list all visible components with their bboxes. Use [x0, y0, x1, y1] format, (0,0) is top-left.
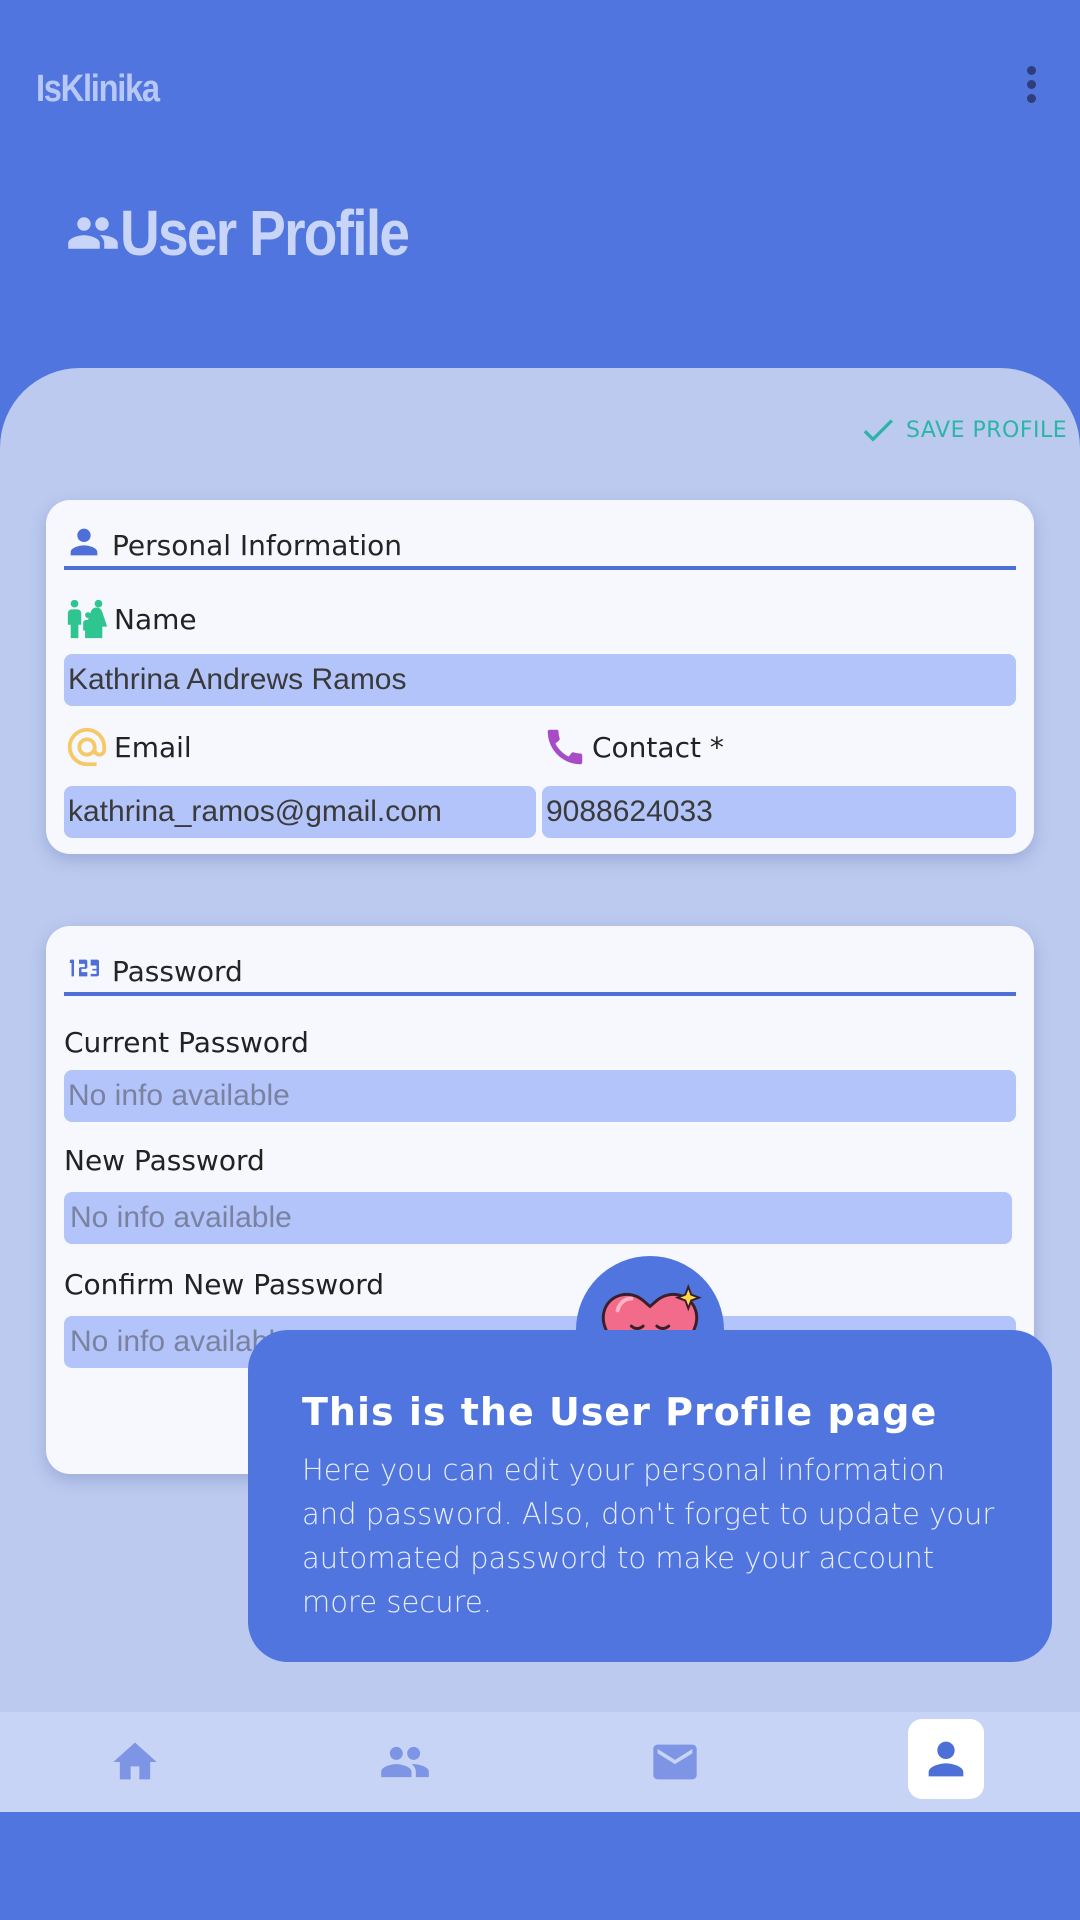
people-icon	[381, 1746, 429, 1778]
current-password-input[interactable]: No info available	[64, 1070, 1016, 1122]
app-title: IsKlinika	[36, 68, 160, 110]
family-icon	[67, 599, 108, 639]
current-password-label: Current Password	[64, 1026, 309, 1059]
contact-label: Contact *	[542, 724, 724, 770]
save-profile-button[interactable]: SAVE PROFILE	[856, 410, 1067, 450]
email-label: Email	[64, 724, 192, 770]
tooltip-text: Here you can edit your personal informat…	[302, 1453, 995, 1619]
checkmark-icon	[863, 419, 893, 442]
name-label-text: Name	[114, 602, 197, 636]
more-options-icon[interactable]	[1020, 66, 1042, 110]
email-input[interactable]: kathrina_ramos@gmail.com	[64, 786, 536, 838]
section-title: Personal Information	[112, 529, 403, 562]
password-header: Password	[64, 944, 1016, 996]
onboarding-tooltip[interactable]: This is the User Profile page Here you c…	[248, 1330, 1052, 1662]
contact-label-text: Contact *	[592, 730, 724, 764]
contact-input[interactable]: 9088624033	[542, 786, 1016, 838]
nav-home[interactable]	[97, 1722, 173, 1802]
person-icon	[928, 1741, 964, 1777]
at-sign-icon	[67, 727, 107, 767]
section-title: Password	[112, 955, 243, 988]
nav-people[interactable]	[367, 1722, 443, 1802]
people-icon	[68, 217, 118, 249]
home-icon	[113, 1742, 157, 1780]
name-input[interactable]: Kathrina Andrews Ramos	[64, 654, 1016, 706]
person-icon	[70, 528, 98, 556]
nav-messages[interactable]	[637, 1722, 713, 1802]
page-title: User Profile	[120, 197, 410, 269]
new-password-input[interactable]: No info available	[64, 1192, 1012, 1244]
email-label-text: Email	[114, 730, 192, 764]
personal-information-card: Personal Information Name Kathrina Andre…	[46, 500, 1034, 854]
save-profile-label: SAVE PROFILE	[906, 417, 1068, 443]
tooltip-title: This is the User Profile page	[302, 1390, 938, 1434]
confirm-password-label: Confirm New Password	[64, 1268, 385, 1301]
new-password-label: New Password	[64, 1144, 265, 1177]
name-label: Name	[64, 596, 197, 642]
nav-profile[interactable]	[908, 1719, 984, 1799]
bottom-navigation	[0, 1712, 1080, 1812]
phone-icon	[547, 729, 583, 765]
personal-information-header: Personal Information	[64, 518, 1016, 570]
mail-icon	[653, 1744, 697, 1780]
page-header: User Profile	[66, 196, 455, 270]
numbers-icon	[69, 959, 99, 977]
